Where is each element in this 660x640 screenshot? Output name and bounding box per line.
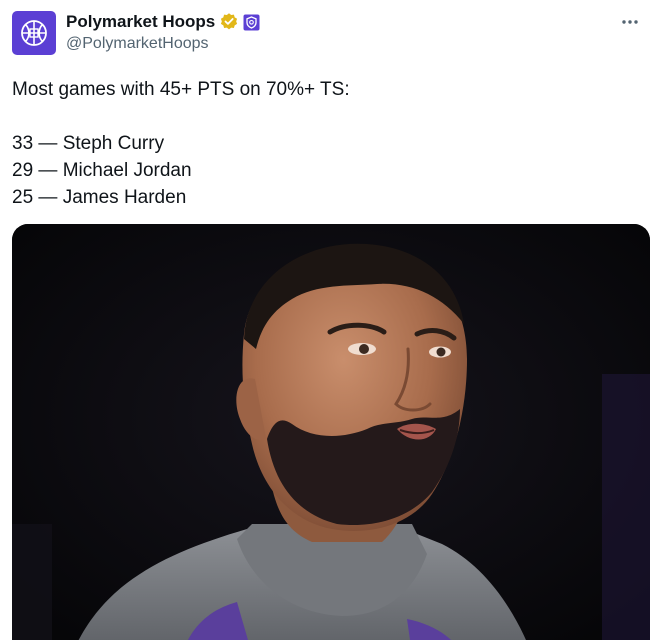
list-player: Michael Jordan bbox=[62, 160, 192, 181]
list-separator: — bbox=[38, 160, 58, 181]
author-display-name[interactable]: Polymarket Hoops bbox=[66, 12, 215, 32]
more-options-icon bbox=[622, 20, 638, 24]
list-count: 29 bbox=[12, 160, 34, 181]
verified-badge-icon bbox=[219, 12, 239, 32]
list-item: 29 — Michael Jordan bbox=[12, 157, 648, 184]
list-count: 33 bbox=[12, 133, 34, 154]
basketball-logo-icon bbox=[21, 20, 47, 46]
basketball-player-photo bbox=[12, 224, 650, 640]
list-player: Steph Curry bbox=[62, 133, 165, 154]
tweet-card: Polymarket Hoops @PolymarketHoops Most g… bbox=[0, 0, 660, 640]
author-info: Polymarket Hoops @PolymarketHoops bbox=[66, 11, 260, 53]
tweet-intro: Most games with 45+ PTS on 70%+ TS: bbox=[12, 79, 350, 100]
more-options-button[interactable] bbox=[618, 10, 642, 34]
author-handle[interactable]: @PolymarketHoops bbox=[66, 35, 260, 53]
list-separator: — bbox=[38, 133, 58, 154]
list-count: 25 bbox=[12, 187, 34, 208]
list-player: James Harden bbox=[62, 187, 187, 208]
affiliate-badge-icon[interactable] bbox=[243, 14, 260, 31]
list-item: 33 — Steph Curry bbox=[12, 130, 648, 157]
list-item: 25 — James Harden bbox=[12, 184, 648, 211]
tweet-text: Most games with 45+ PTS on 70%+ TS: 33 —… bbox=[12, 76, 648, 211]
list-separator: — bbox=[38, 187, 58, 208]
tweet-media-image[interactable] bbox=[12, 224, 650, 640]
avatar[interactable] bbox=[12, 11, 56, 55]
